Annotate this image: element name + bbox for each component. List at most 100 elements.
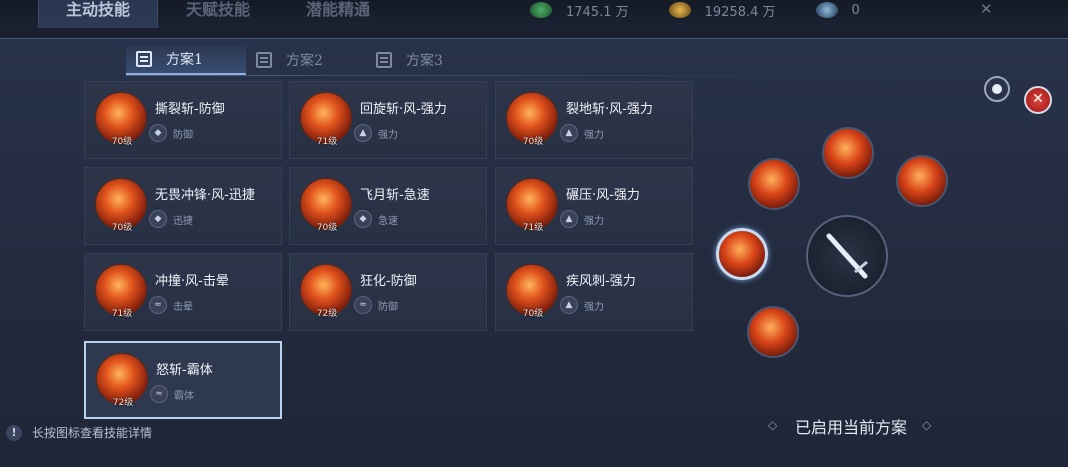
top-close-icon[interactable]: ✕ (980, 0, 993, 18)
shield-icon: ◆ (149, 124, 167, 142)
skill-name: 冲撞·风-击晕 (155, 274, 229, 289)
skill-card[interactable]: 70级 裂地斩·风-强力 ▲ 强力 (495, 81, 693, 159)
tab-plan-1-label: 方案1 (166, 52, 203, 68)
stun-icon: ≈ (149, 296, 167, 314)
stun-icon: ≈ (150, 385, 168, 403)
currency-green: 1745.1 万 (530, 0, 629, 20)
skill-tag: ◆ 急速 (354, 210, 398, 228)
skill-level: 70级 (522, 309, 544, 319)
skill-name: 无畏冲锋·风-迅捷 (155, 188, 255, 203)
currency-blue: 0 (815, 0, 860, 20)
wheel-slot-ground-slash[interactable] (822, 127, 874, 179)
tab-plan-2-label: 方案2 (286, 53, 323, 69)
ground-slash-skill-icon: 70级 (506, 92, 558, 147)
currency-green-value: 1745.1 万 (566, 4, 629, 20)
skill-card[interactable]: 72级 狂化-防御 ≈ 防御 (289, 253, 487, 331)
skill-name: 疾风刺-强力 (566, 274, 636, 289)
tab-divider (126, 75, 826, 76)
hint-row: ! 长按图标查看技能详情 (6, 424, 152, 441)
fury-slash-skill-icon: 72级 (96, 353, 148, 408)
skill-level: 71级 (316, 137, 338, 147)
skill-card-selected[interactable]: 72级 怒斩-霸体 ≈ 霸体 (84, 341, 282, 419)
close-button[interactable]: ✕ (1024, 86, 1052, 114)
tab-plan-1[interactable]: 方案1 (126, 45, 246, 75)
skill-tag: ▲ 强力 (560, 124, 604, 142)
skill-tag-label: 迅捷 (173, 215, 193, 227)
tab-plan-3[interactable]: 方案3 (366, 45, 486, 75)
top-bar: 主动技能 天赋技能 潜能精通 1745.1 万 19258.4 万 0 ✕ (0, 0, 1068, 28)
fearless-charge-skill-icon: 70级 (95, 178, 147, 233)
skill-card[interactable]: 71级 冲撞·风-击晕 ≈ 击晕 (84, 253, 282, 331)
skill-tag-label: 击晕 (173, 301, 193, 313)
power-icon: ▲ (560, 124, 578, 142)
green-gem-icon (530, 2, 552, 18)
crush-skill-icon: 71级 (506, 178, 558, 233)
skill-name: 裂地斩·风-强力 (566, 102, 653, 117)
currency-bar: 1745.1 万 19258.4 万 0 (530, 0, 900, 20)
sword-icon (826, 233, 868, 279)
skill-tag: ≈ 防御 (354, 296, 398, 314)
skill-tag-label: 防御 (378, 301, 398, 313)
plan-tabs: 方案1 方案2 方案3 (126, 45, 486, 75)
skill-card[interactable]: 71级 回旋斩·风-强力 ▲ 强力 (289, 81, 487, 159)
currency-blue-value: 0 (851, 2, 860, 18)
currency-gold: 19258.4 万 (668, 0, 776, 20)
plan-enabled-status: 已启用当前方案 (795, 418, 908, 437)
basic-attack-button[interactable] (806, 215, 888, 297)
skill-level: 70级 (316, 223, 338, 233)
skill-level: 71级 (111, 309, 133, 319)
tear-slash-skill-icon: 70级 (95, 92, 147, 147)
skill-tag: ▲ 强力 (560, 296, 604, 314)
skill-category-tabs: 主动技能 天赋技能 潜能精通 (38, 0, 398, 28)
ornament-right-icon: ◇ (922, 418, 932, 432)
skill-level: 71级 (522, 223, 544, 233)
skill-tag-label: 强力 (378, 129, 398, 141)
plan-note-icon (376, 52, 392, 68)
skill-tag: ◆ 防御 (149, 124, 193, 142)
skill-name: 回旋斩·风-强力 (360, 102, 447, 117)
skill-tag-label: 防御 (173, 129, 193, 141)
skill-tag-label: 强力 (584, 301, 604, 313)
currency-gold-value: 19258.4 万 (704, 4, 776, 20)
skill-tag-label: 霸体 (174, 390, 194, 402)
power-icon: ▲ (354, 124, 372, 142)
plan-note-icon (256, 52, 272, 68)
plan-note-icon (136, 51, 152, 67)
skill-level: 70级 (111, 223, 133, 233)
stun-icon: ≈ (354, 296, 372, 314)
wheel-slot-fury-slash-selected[interactable] (716, 228, 768, 280)
berserk-skill-icon: 72级 (300, 264, 352, 319)
skill-name: 碾压·风-强力 (566, 188, 640, 203)
ornament-left-icon: ◇ (768, 418, 778, 432)
tab-plan-2[interactable]: 方案2 (246, 45, 366, 75)
gale-thrust-skill-icon: 70级 (506, 264, 558, 319)
skill-level: 70级 (111, 137, 133, 147)
toggle-ring-icon[interactable] (984, 76, 1010, 102)
hint-text: 长按图标查看技能详情 (32, 426, 153, 440)
skill-card[interactable]: 70级 飞月斩-急速 ◆ 急速 (289, 167, 487, 245)
skill-level: 70级 (522, 137, 544, 147)
skill-name: 狂化-防御 (360, 274, 417, 289)
wheel-slot-whirl-slash[interactable] (748, 158, 800, 210)
gold-coin-icon (668, 2, 691, 18)
skill-card[interactable]: 70级 疾风刺-强力 ▲ 强力 (495, 253, 693, 331)
tab-active-skills[interactable]: 主动技能 (38, 0, 158, 28)
skill-level: 72级 (112, 398, 134, 408)
wheel-slot-crush[interactable] (896, 155, 948, 207)
wheel-slot-berserk[interactable] (747, 306, 799, 358)
skill-card[interactable]: 70级 撕裂斩-防御 ◆ 防御 (84, 81, 282, 159)
skill-tag-label: 强力 (584, 129, 604, 141)
tab-potential-mastery[interactable]: 潜能精通 (278, 0, 398, 28)
skill-level: 72级 (316, 309, 338, 319)
power-icon: ▲ (560, 210, 578, 228)
skill-tag: ▲ 强力 (560, 210, 604, 228)
shield-icon: ◆ (149, 210, 167, 228)
skill-tag-label: 强力 (584, 215, 604, 227)
bash-skill-icon: 71级 (95, 264, 147, 319)
skill-card[interactable]: 71级 碾压·风-强力 ▲ 强力 (495, 167, 693, 245)
moon-slash-skill-icon: 70级 (300, 178, 352, 233)
tab-talent-skills[interactable]: 天赋技能 (158, 0, 278, 28)
skill-name: 怒斩-霸体 (156, 363, 213, 378)
skill-card[interactable]: 70级 无畏冲锋·风-迅捷 ◆ 迅捷 (84, 167, 282, 245)
info-icon: ! (6, 424, 22, 441)
